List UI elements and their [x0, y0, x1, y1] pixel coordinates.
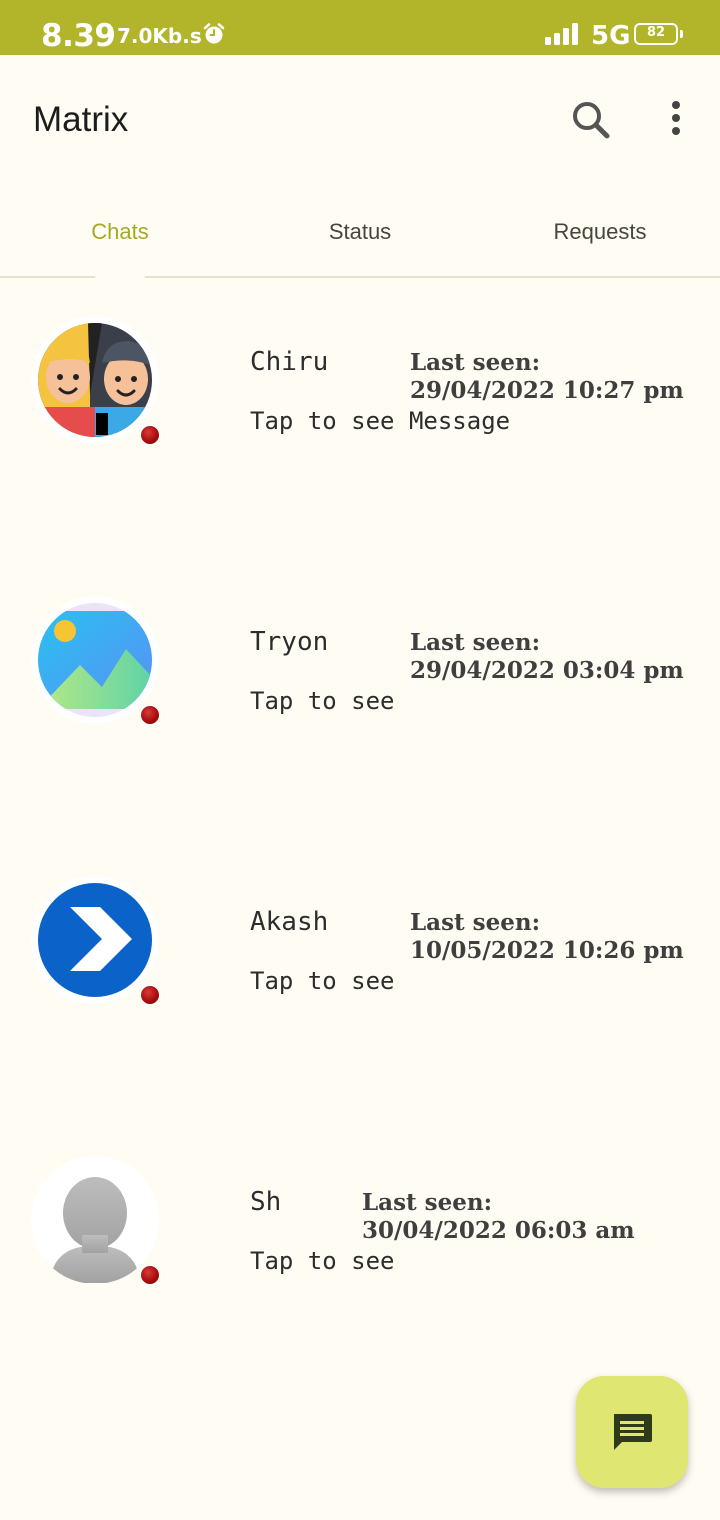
chat-preview: Tap to see: [250, 687, 395, 715]
app-title: Matrix: [33, 100, 129, 139]
signal-icon: [545, 23, 578, 45]
chat-name: Akash: [250, 907, 329, 937]
chat-name: Tryon: [250, 627, 329, 657]
status-time: 8.39: [41, 18, 116, 54]
alarm-icon: [203, 23, 225, 44]
chat-preview: Tap to see Message: [250, 407, 511, 435]
chat-preview: Tap to see: [250, 1247, 395, 1275]
battery-level: 82: [646, 25, 666, 40]
chat-item-tryon[interactable]: Tryon Last seen: 29/04/2022 03:04 pm Tap…: [0, 565, 720, 845]
search-icon: [573, 102, 610, 139]
tab-indicator: [95, 275, 145, 281]
search-button[interactable]: [566, 96, 614, 144]
default-person-avatar[interactable]: [30, 1155, 160, 1285]
last-seen-time: 30/04/2022 06:03 am: [362, 1217, 635, 1244]
chat-name: Sh: [250, 1187, 282, 1217]
status-bar: 8.39 7.0Kb.s 5G 82: [0, 0, 720, 55]
chat-item-sh[interactable]: Sh Last seen: 30/04/2022 06:03 am Tap to…: [0, 1125, 720, 1405]
last-seen: Last seen: 10/05/2022 10:26 pm: [410, 909, 684, 965]
last-seen: Last seen: 30/04/2022 06:03 am: [362, 1189, 635, 1245]
last-seen-time: 10/05/2022 10:26 pm: [410, 937, 684, 964]
last-seen: Last seen: 29/04/2022 03:04 pm: [410, 629, 684, 685]
online-status-dot: [139, 1264, 161, 1286]
more-options-button[interactable]: [660, 96, 692, 144]
tab-status[interactable]: Status: [240, 205, 480, 259]
more-vert-icon: [672, 101, 680, 135]
chat-name: Chiru: [250, 347, 329, 377]
last-seen-time: 29/04/2022 03:04 pm: [410, 657, 684, 684]
network-speed: 7.0Kb.s: [117, 24, 202, 48]
tab-requests[interactable]: Requests: [480, 205, 720, 259]
network-type: 5G: [591, 21, 631, 51]
last-seen: Last seen: 29/04/2022 10:27 pm: [410, 349, 684, 405]
online-status-dot: [139, 704, 161, 726]
landscape-image-avatar[interactable]: [30, 595, 160, 725]
last-seen-label: Last seen:: [410, 909, 541, 936]
new-message-icon: [614, 1414, 652, 1450]
chat-preview: Tap to see: [250, 967, 395, 995]
chevron-logo-avatar[interactable]: [30, 875, 160, 1005]
battery-icon: 82: [634, 23, 683, 47]
chat-item-akash[interactable]: Akash Last seen: 10/05/2022 10:26 pm Tap…: [0, 845, 720, 1125]
tab-bar: Chats Status Requests: [0, 205, 720, 281]
last-seen-label: Last seen:: [410, 629, 541, 656]
two-people-avatar[interactable]: [30, 315, 160, 445]
online-status-dot: [139, 424, 161, 446]
chat-item-chiru[interactable]: Chiru Last seen: 29/04/2022 10:27 pm Tap…: [0, 285, 720, 565]
last-seen-time: 29/04/2022 10:27 pm: [410, 377, 684, 404]
new-message-button[interactable]: [576, 1376, 688, 1488]
last-seen-label: Last seen:: [362, 1189, 493, 1216]
tab-chats[interactable]: Chats: [0, 205, 240, 259]
online-status-dot: [139, 984, 161, 1006]
last-seen-label: Last seen:: [410, 349, 541, 376]
